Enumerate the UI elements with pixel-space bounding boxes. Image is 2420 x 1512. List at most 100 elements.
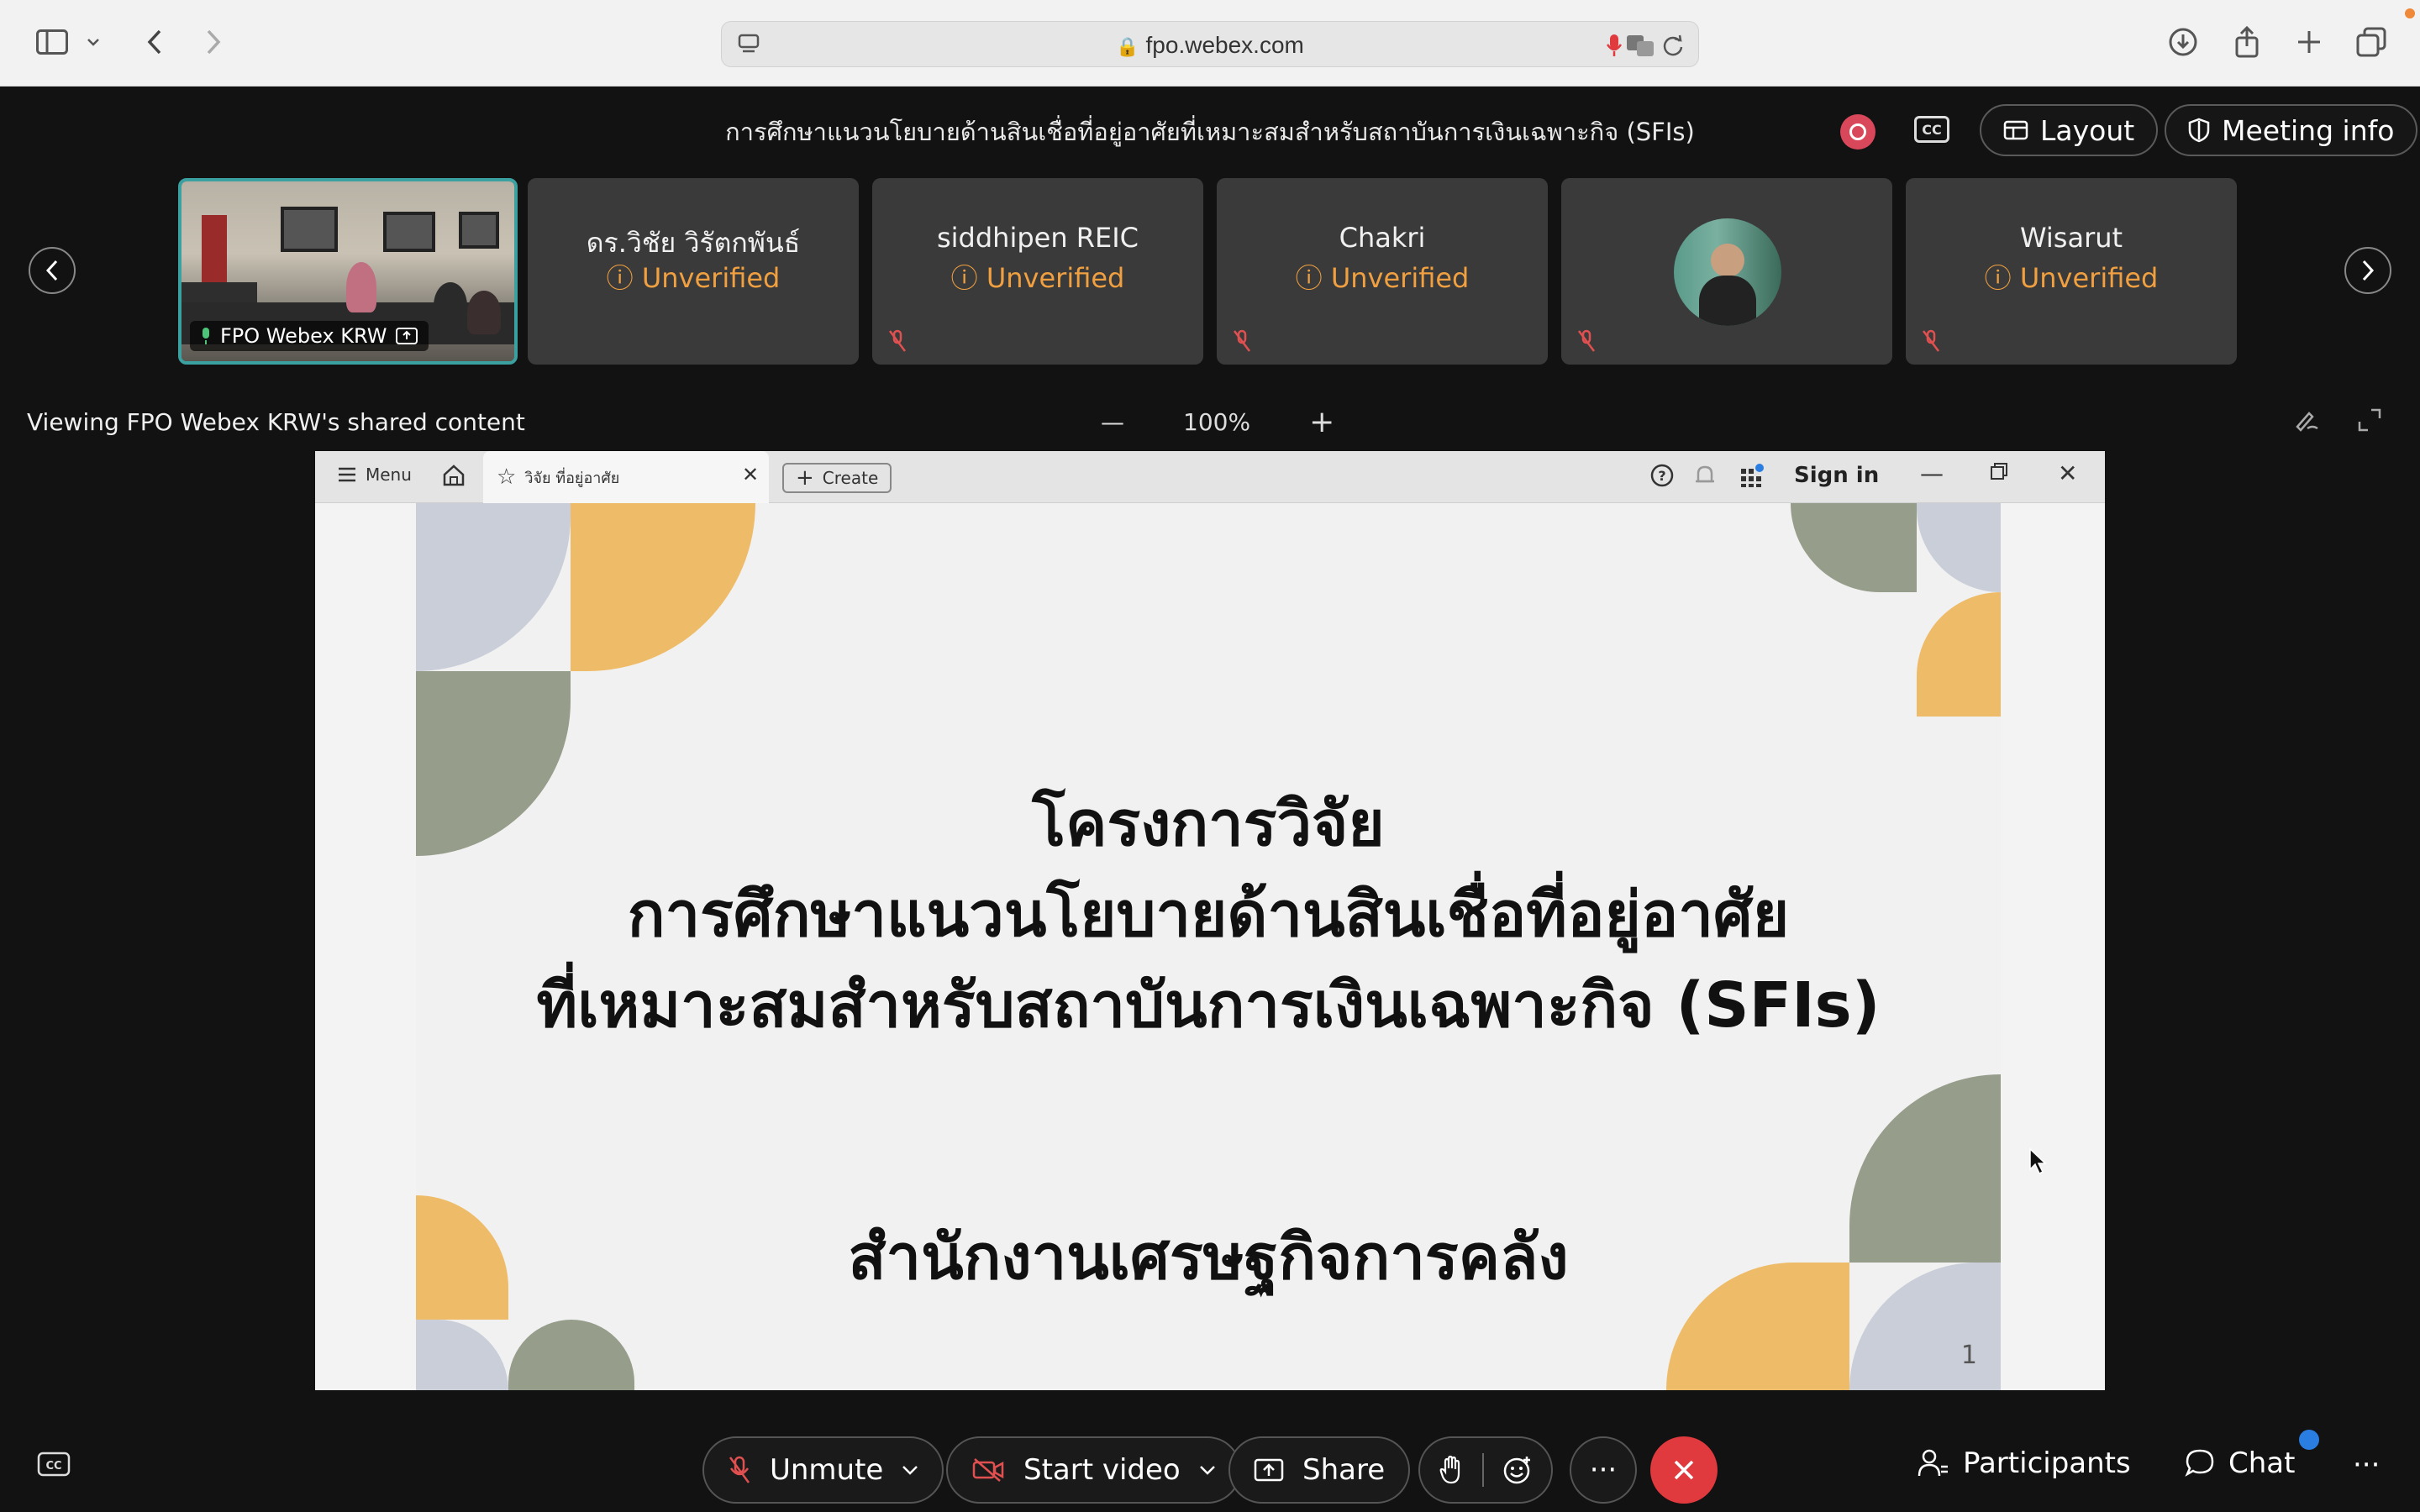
svg-text:CC: CC: [45, 1460, 61, 1473]
bell-icon[interactable]: [1693, 463, 1717, 488]
more-options-button[interactable]: ···: [1570, 1436, 1637, 1504]
layout-button[interactable]: Layout: [1980, 104, 2159, 156]
tab-research[interactable]: ☆ วิจัย ที่อยู่อาศัย ✕: [483, 451, 769, 503]
url-text: 🔒 fpo.webex.com: [1116, 32, 1304, 58]
tab-overview-icon[interactable]: [2353, 24, 2390, 60]
shared-content-view[interactable]: Menu ☆ วิจัย ที่อยู่อาศัย ✕ + Create ? S…: [315, 451, 2105, 1390]
slide-title-line-3: ที่เหมาะสมสำหรับสถาบันการเงินเฉพาะกิจ (S…: [536, 969, 1881, 1042]
raise-hand-icon[interactable]: [1439, 1455, 1464, 1485]
share-screen-icon: [1254, 1458, 1284, 1482]
unverified-badge: ⓘ Unverified: [1295, 262, 1470, 294]
participant-tile[interactable]: siddhipen REIC ⓘ Unverified: [872, 178, 1203, 365]
decor-shape: [1791, 503, 1917, 592]
unverified-badge: ⓘ Unverified: [606, 262, 781, 294]
create-button[interactable]: + Create: [782, 463, 892, 493]
zoom-controls: — 100% +: [1101, 405, 1334, 439]
chevron-down-icon[interactable]: [81, 24, 106, 60]
emoji-reaction-icon[interactable]: [1502, 1455, 1533, 1485]
new-tab-icon[interactable]: [2291, 24, 2328, 60]
share-icon[interactable]: [2228, 24, 2265, 60]
zoom-in-button[interactable]: +: [1309, 405, 1334, 439]
presentation-slide: โครงการวิจัย การศึกษาแนวนโยบายด้านสินเชื…: [416, 503, 2001, 1390]
avatar: [1674, 218, 1781, 326]
fullscreen-icon[interactable]: [2358, 408, 2381, 435]
unmute-button[interactable]: Unmute: [702, 1436, 944, 1504]
filmstrip-prev-button[interactable]: [29, 247, 76, 294]
participant-tile[interactable]: Chakri ⓘ Unverified: [1217, 178, 1548, 365]
chat-icon: [2185, 1449, 2214, 1477]
mouse-cursor: [2028, 1147, 2047, 1179]
captions-icon[interactable]: CC: [37, 1452, 71, 1483]
chat-notification-dot: [2299, 1430, 2319, 1450]
slide-title-line-2: การศึกษาแนวนโยบายด้านสินเชื่อที่อยู่อาศั…: [627, 879, 1790, 951]
participant-tile[interactable]: [1561, 178, 1892, 365]
restore-icon[interactable]: [1989, 461, 2009, 481]
close-window-icon[interactable]: ✕: [2058, 459, 2077, 487]
menu-button[interactable]: Menu: [337, 465, 412, 485]
layout-icon: [2003, 120, 2028, 140]
decor-shape: [571, 503, 755, 671]
viewing-shared-content-label: Viewing FPO Webex KRW's shared content: [27, 408, 525, 436]
participants-button[interactable]: Participants: [1918, 1446, 2131, 1480]
decor-shape: [508, 1320, 634, 1390]
close-tab-icon[interactable]: ✕: [742, 463, 759, 486]
chevron-down-icon[interactable]: [1199, 1465, 1216, 1475]
muted-mic-icon: [1232, 329, 1255, 353]
muted-mic-icon: [729, 1456, 750, 1483]
shield-icon: [2188, 118, 2210, 143]
participant-tile[interactable]: ดร.วิชัย วิรัตกพันธ์ ⓘ Unverified: [528, 178, 859, 365]
zoom-out-button[interactable]: —: [1101, 408, 1124, 436]
chevron-right-icon: [2362, 260, 2375, 281]
muted-mic-icon: [1921, 329, 1944, 353]
star-icon: ☆: [497, 465, 517, 490]
reload-icon[interactable]: [1655, 27, 1691, 64]
question-icon: ⓘ: [1295, 262, 1331, 294]
mic-on-icon: [203, 328, 209, 344]
home-icon[interactable]: [441, 463, 466, 488]
decor-shape: [416, 503, 571, 671]
participant-tile[interactable]: Wisarut ⓘ Unverified: [1906, 178, 2237, 365]
back-icon[interactable]: [136, 24, 173, 60]
video-off-icon: [972, 1458, 1004, 1482]
muted-mic-icon: [887, 329, 911, 353]
participants-icon: [1918, 1449, 1948, 1477]
more-icon[interactable]: ···: [2353, 1448, 2380, 1482]
address-bar[interactable]: 🔒 fpo.webex.com: [721, 21, 1699, 67]
forward-icon[interactable]: [195, 24, 232, 60]
sidebar-icon[interactable]: [34, 24, 71, 60]
hamburger-icon: [339, 467, 355, 482]
start-video-button[interactable]: Start video: [946, 1436, 1241, 1504]
sign-in-link[interactable]: Sign in: [1794, 463, 1879, 488]
webex-meeting: การศึกษาแนวนโยบายด้านสินเชื่อที่อยู่อาศั…: [0, 87, 2420, 1512]
chat-button[interactable]: Chat: [2185, 1446, 2295, 1480]
recording-icon[interactable]: [1840, 114, 1876, 150]
svg-text:?: ?: [1658, 468, 1665, 484]
minimize-icon[interactable]: —: [1920, 459, 1944, 487]
unverified-badge: ⓘ Unverified: [950, 262, 1125, 294]
decor-shape: [416, 1320, 508, 1390]
meeting-title: การศึกษาแนวนโยบายด้านสินเชื่อที่อยู่อาศั…: [725, 118, 1695, 146]
annotate-icon[interactable]: [2294, 407, 2319, 435]
question-icon: ⓘ: [1984, 262, 2020, 294]
divider: [1482, 1453, 1484, 1487]
browser-toolbar: 🔒 fpo.webex.com: [0, 0, 2420, 87]
chevron-left-icon: [45, 260, 58, 281]
slide-page-number: 1: [1960, 1341, 1977, 1370]
chevron-down-icon[interactable]: [902, 1465, 918, 1475]
decor-shape: [1917, 503, 2001, 592]
muted-mic-icon: [1576, 329, 1600, 353]
sharing-icon: [396, 328, 418, 344]
self-name-tag: FPO Webex KRW: [190, 321, 429, 351]
meeting-info-button[interactable]: Meeting info: [2165, 104, 2418, 156]
apps-grid-icon[interactable]: [1739, 463, 1764, 488]
filmstrip-next-button[interactable]: [2344, 247, 2391, 294]
close-icon: [1674, 1460, 1694, 1480]
closed-captions-button[interactable]: CC: [1914, 116, 1949, 143]
slide-title-line-1: โครงการวิจัย: [1032, 788, 1385, 860]
help-icon[interactable]: ?: [1649, 463, 1675, 488]
download-icon[interactable]: [2165, 24, 2202, 60]
leave-meeting-button[interactable]: [1650, 1436, 1718, 1504]
share-button[interactable]: Share: [1228, 1436, 1411, 1504]
reactions-group: [1418, 1436, 1553, 1504]
participant-tile-self[interactable]: FPO Webex KRW: [178, 178, 518, 365]
